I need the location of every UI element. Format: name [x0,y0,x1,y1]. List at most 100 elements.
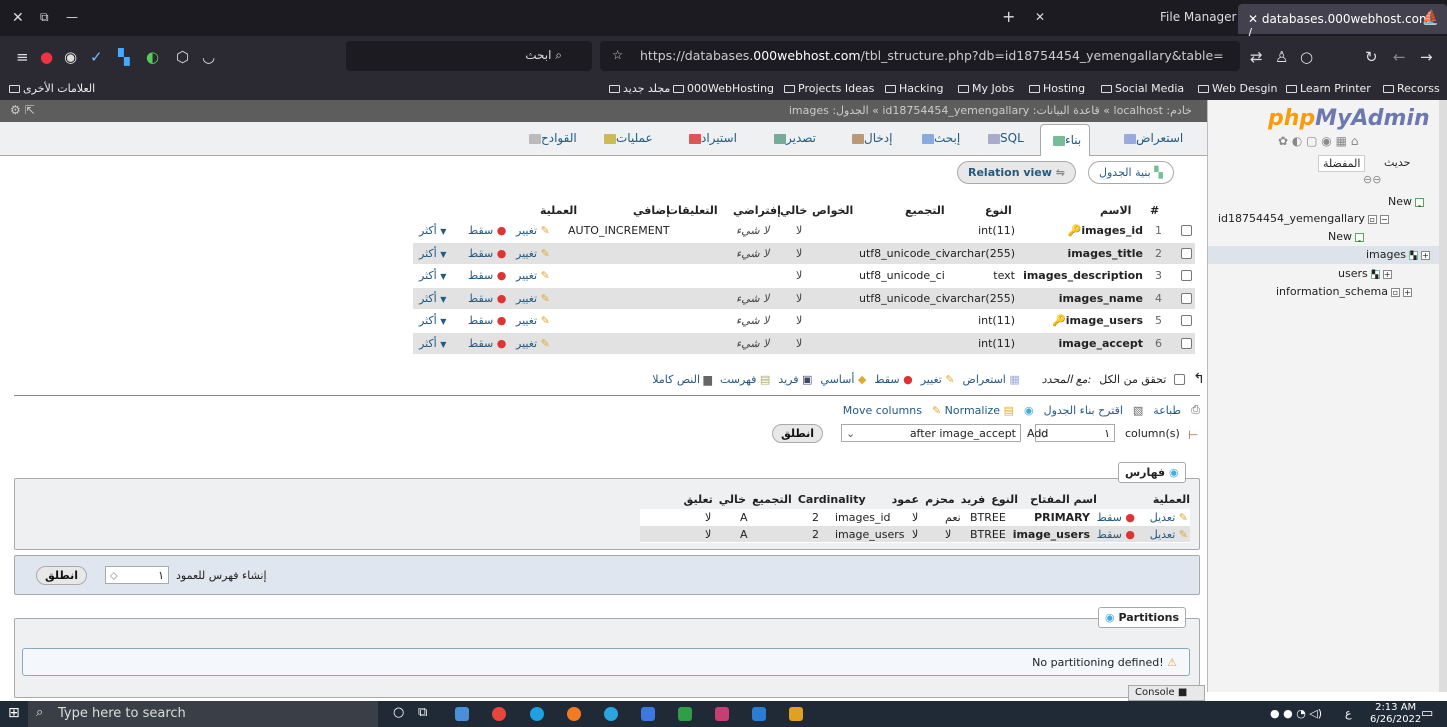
sidebar-db-new[interactable]: New ˳ [1328,230,1364,243]
firefox-icon[interactable] [567,707,581,721]
index-edit-button[interactable]: تعديل ✎ [1150,511,1188,524]
normalize-link[interactable]: ✎ Normalize ▤ [932,404,1014,417]
cortana-icon[interactable]: ○ [393,705,404,720]
tab-sql[interactable]: SQL [984,131,1024,145]
close-tab-icon[interactable]: ✕ [1035,10,1045,24]
tab-insert[interactable]: إدخال [848,131,892,145]
bookmark-item[interactable]: Social Media [1098,82,1184,95]
row-checkbox[interactable] [1181,315,1192,326]
windows-start-icon[interactable]: ⊞ [8,705,20,721]
bookmark-item[interactable]: Recorss [1380,82,1440,95]
app-icon[interactable] [641,707,655,721]
row-change-button[interactable]: تغيير ✎ [516,314,550,327]
bulk-browse[interactable]: استعراض ▦ [963,373,1020,386]
sidebar-table-images[interactable]: images ▚ + [1208,246,1440,264]
terminal-icon[interactable] [678,707,692,721]
row-more-button[interactable]: أكثر ▼ [419,269,446,282]
sidebar-new[interactable]: New ˳ [1388,195,1424,208]
bookmark-item[interactable]: Projects Ideas [781,82,874,95]
bulk-change[interactable]: تغيير ✎ [921,373,955,386]
row-change-button[interactable]: تغيير ✎ [516,292,550,305]
tab-icon[interactable]: ⧉ [40,10,49,25]
telegram-icon[interactable] [604,707,618,721]
app-icon[interactable] [789,707,803,721]
bookmark-item[interactable]: Learn Printer [1283,82,1371,95]
bulk-unique[interactable]: فريد ▣ [778,373,812,386]
forward-icon[interactable]: ← [1393,48,1406,66]
row-more-button[interactable]: أكثر ▼ [419,337,446,350]
task-view-icon[interactable]: ⧉ [418,705,427,720]
row-name[interactable]: 🔑images_id [1068,224,1143,237]
row-more-button[interactable]: أكثر ▼ [419,224,446,237]
menu-icon[interactable]: ≡ [16,48,29,66]
bookmark-item[interactable]: Web Desgin [1195,82,1277,95]
tab-triggers[interactable]: القوادح [525,131,577,145]
account-icon[interactable]: ♙ [1275,48,1288,66]
row-more-button[interactable]: أكثر ▼ [419,292,446,305]
go-button[interactable]: انطلق [772,424,824,443]
check-all-checkbox[interactable] [1174,373,1186,385]
sidebar-table-users[interactable]: users ▚ + [1338,267,1392,280]
print-link[interactable]: طباعة [1153,404,1181,417]
subtab-relation-view[interactable]: Relation view ⇋ [957,161,1076,184]
extension-icon[interactable]: ● [40,48,53,66]
create-index-go-button[interactable]: انطلق [36,566,88,585]
bulk-primary[interactable]: أساسي ◆ [820,373,866,386]
sidebar-tab-favorites[interactable]: المفضلة [1318,155,1366,172]
edge-icon[interactable] [530,707,544,721]
index-edit-button[interactable]: تعديل ✎ [1150,528,1188,541]
reader-icon[interactable]: ⇄ [1250,48,1263,66]
taskbar-search-input[interactable]: ⌕ Type here to search [28,701,378,727]
bookmark-item[interactable]: Hacking [882,82,943,95]
indexes-legend[interactable]: فهارس ◉ [1118,462,1186,483]
notification-icon[interactable]: ▭ [1421,706,1433,721]
search-input[interactable]: ابحث ⌕ [346,41,592,71]
bookmark-item[interactable]: Hosting [1026,82,1085,95]
tab-active[interactable]: ✕ databases.000webhost.com / ⛵ [1238,4,1447,40]
pma-logo[interactable]: phpMyAdmin [1268,106,1430,131]
sidebar-db-yemengallary[interactable]: id18754454_yemengallary ▫ − [1218,212,1389,225]
sidebar-scrollbar[interactable] [1439,100,1447,692]
row-drop-button[interactable]: سقط ● [468,224,506,237]
tab-file-manager[interactable]: File Manager [1160,10,1237,24]
settings-icon[interactable]: ⚙ ⇱ [10,103,35,117]
chrome-icon[interactable] [492,707,506,721]
tab-operations[interactable]: عمليات [600,131,653,145]
console-button[interactable]: Console ■ [1128,685,1205,701]
reload-icon[interactable]: ↻ [1365,48,1378,66]
bookmark-item[interactable]: مجلد جديد [606,82,670,95]
minimize-icon[interactable]: — [66,10,78,24]
propose-structure-link[interactable]: اقترح بناء الجدول [1044,404,1123,417]
back-icon[interactable]: → [1420,48,1433,66]
shield-icon[interactable]: ○ [1300,48,1313,66]
bookmark-item[interactable]: 000WebHosting [670,82,774,95]
move-columns-link[interactable]: Move columns [843,404,922,417]
tab-export[interactable]: تصدير [770,131,816,145]
row-change-button[interactable]: تغيير ✎ [516,337,550,350]
create-index-count[interactable]: ⬦ ١ [105,566,169,584]
extension-icon[interactable]: ⬡ [176,48,189,66]
row-change-button[interactable]: تغيير ✎ [516,224,550,237]
bookmark-item[interactable]: My Jobs [955,82,1014,95]
row-drop-button[interactable]: سقط ● [468,292,506,305]
pocket-icon[interactable]: ◡ [202,48,215,66]
index-drop-button[interactable]: سقط ● [1097,528,1135,541]
star-icon[interactable]: ☆ [612,47,623,62]
row-drop-button[interactable]: سقط ● [468,314,506,327]
clock[interactable]: 2:13 AM 6/26/2022 [1370,702,1421,726]
file-explorer-icon[interactable] [455,707,469,721]
row-drop-button[interactable]: سقط ● [468,247,506,260]
sidebar-icons[interactable]: ✿ ◐ ▢ ◉ ▦ ⌂ [1278,134,1358,148]
sidebar-tab-recent[interactable]: حديث [1380,155,1414,170]
tab-browse[interactable]: استعراض [1120,131,1183,145]
row-checkbox[interactable] [1181,247,1192,259]
close-tab-icon[interactable]: ✕ [1248,12,1262,26]
after-column-select[interactable]: ⌄ after image_accept [841,424,1021,442]
app-icon[interactable] [715,707,729,721]
extension-icon[interactable]: ◉ [64,48,77,66]
row-more-button[interactable]: أكثر ▼ [419,314,446,327]
tab-import[interactable]: استيراد [685,131,737,145]
row-checkbox[interactable] [1181,337,1192,349]
tab-structure[interactable]: بناء [1040,124,1091,156]
row-drop-button[interactable]: سقط ● [468,337,506,350]
